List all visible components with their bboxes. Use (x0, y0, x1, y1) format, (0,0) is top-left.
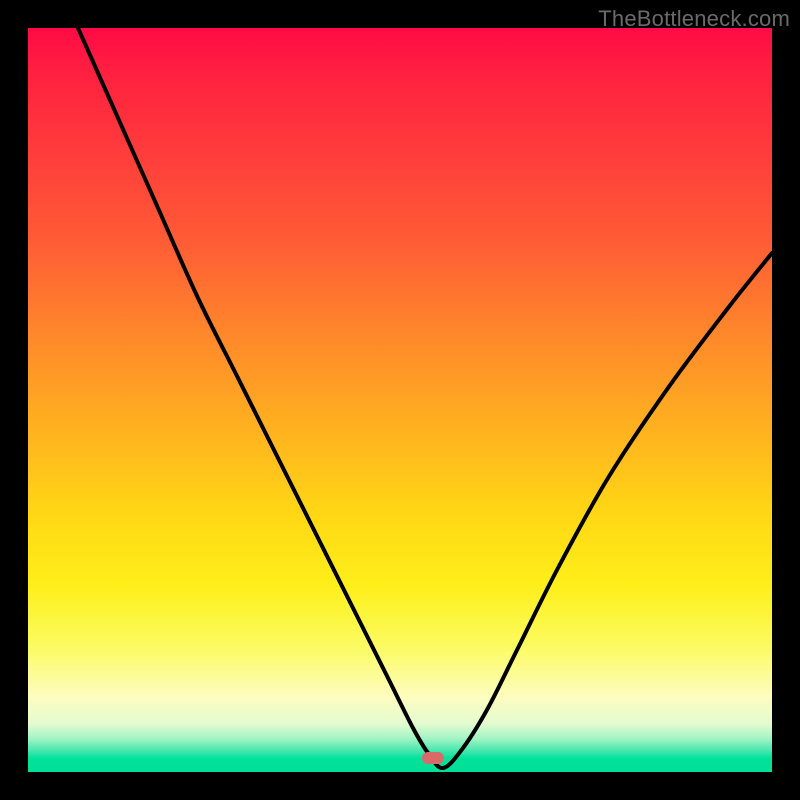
bottleneck-curve (28, 28, 772, 772)
watermark-text: TheBottleneck.com (598, 6, 790, 32)
chart-frame: TheBottleneck.com (0, 0, 800, 800)
minimum-marker (422, 752, 444, 764)
plot-area (28, 28, 772, 772)
